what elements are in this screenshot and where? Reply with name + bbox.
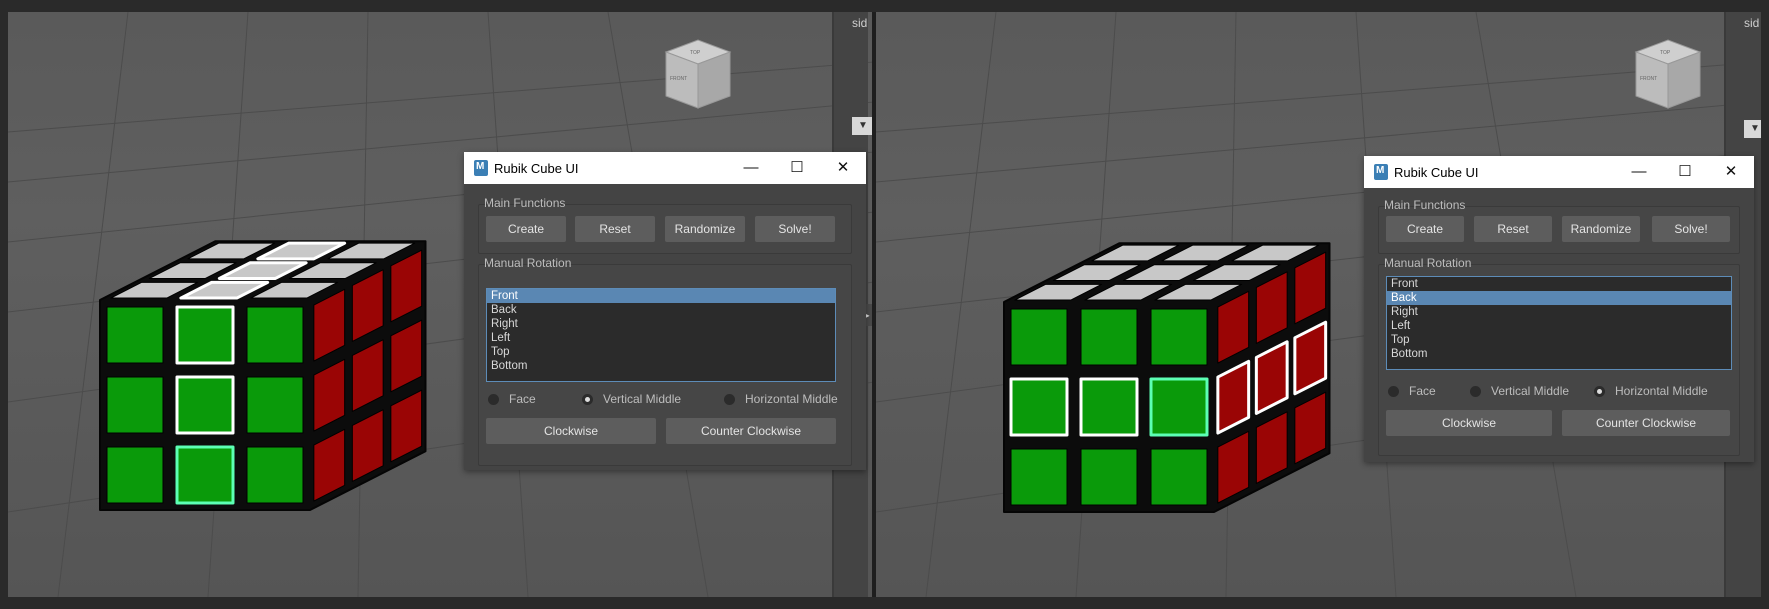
sticker-front <box>246 376 304 434</box>
sticker-front <box>175 445 235 505</box>
list-item-back[interactable]: Back <box>487 303 835 317</box>
side-panel-label: sid <box>852 16 868 30</box>
list-item-bottom[interactable]: Bottom <box>1387 347 1731 361</box>
radio-horizontal-middle-label: Horizontal Middle <box>1615 384 1708 398</box>
radio-dot[interactable] <box>1388 385 1399 397</box>
radio-horizontal-middle[interactable]: Horizontal Middle <box>1594 384 1708 398</box>
close-button[interactable]: ✕ <box>1708 156 1754 188</box>
radio-horizontal-middle[interactable]: Horizontal Middle <box>724 392 838 406</box>
sticker-front <box>106 446 164 504</box>
view-cube-front-label: FRONT <box>1640 76 1657 82</box>
radio-horizontal-middle-label: Horizontal Middle <box>745 392 838 406</box>
list-item-front[interactable]: Front <box>487 289 835 303</box>
solve-button[interactable]: Solve! <box>1652 216 1730 242</box>
sticker-front <box>1010 308 1068 366</box>
radio-vertical-middle-label: Vertical Middle <box>1491 384 1570 398</box>
sticker-front <box>1080 308 1138 366</box>
sticker-front <box>175 375 235 435</box>
list-item-top[interactable]: Top <box>1387 333 1731 347</box>
dropdown-arrow-icon[interactable]: ▼ <box>1744 120 1761 138</box>
list-item-top[interactable]: Top <box>487 345 835 359</box>
minimize-button[interactable]: — <box>728 152 774 184</box>
list-item-right[interactable]: Right <box>487 317 835 331</box>
view-cube-front-label: FRONT <box>670 76 687 82</box>
list-item-front[interactable]: Front <box>1387 277 1731 291</box>
clockwise-button[interactable]: Clockwise <box>486 418 656 444</box>
sticker-front <box>1080 448 1138 506</box>
dialog-titlebar[interactable]: Rubik Cube UI — ☐ ✕ <box>464 152 866 184</box>
main-functions-label: Main Functions <box>484 196 566 210</box>
dialog-titlebar[interactable]: Rubik Cube UI — ☐ ✕ <box>1364 156 1754 188</box>
sticker-front <box>1150 308 1208 366</box>
maya-app-icon <box>474 160 488 176</box>
maximize-button[interactable]: ☐ <box>774 152 820 184</box>
counter-clockwise-button[interactable]: Counter Clockwise <box>1562 410 1730 436</box>
sticker-front <box>1150 448 1208 506</box>
radio-face[interactable]: Face <box>1388 384 1436 398</box>
rubik-cube-dialog: Rubik Cube UI — ☐ ✕ Main Functions Creat… <box>464 152 866 470</box>
close-button[interactable]: ✕ <box>820 152 866 184</box>
create-button[interactable]: Create <box>1386 216 1464 242</box>
radio-vertical-middle[interactable]: Vertical Middle <box>1470 384 1569 398</box>
sticker-front <box>106 306 164 364</box>
view-cube[interactable]: TOP FRONT <box>1624 30 1704 115</box>
reset-button[interactable]: Reset <box>575 216 655 242</box>
face-listbox[interactable]: Front Back Right Left Top Bottom <box>486 288 836 382</box>
view-cube-top-label: TOP <box>1660 50 1671 56</box>
radio-face[interactable]: Face <box>488 392 536 406</box>
radio-dot[interactable] <box>724 393 735 405</box>
radio-vertical-middle-label: Vertical Middle <box>603 392 682 406</box>
radio-dot[interactable] <box>1470 385 1481 397</box>
radio-face-label: Face <box>509 392 536 406</box>
face-listbox[interactable]: Front Back Right Left Top Bottom <box>1386 276 1732 370</box>
radio-dot[interactable] <box>488 393 499 405</box>
minimize-button[interactable]: — <box>1616 156 1662 188</box>
sticker-front <box>246 306 304 364</box>
list-item-left[interactable]: Left <box>1387 319 1731 333</box>
dialog-title: Rubik Cube UI <box>494 160 579 176</box>
list-item-back[interactable]: Back <box>1387 291 1731 305</box>
side-panel-label: sid <box>1744 16 1760 30</box>
maya-app-icon <box>1374 164 1388 180</box>
sticker-front <box>1079 377 1139 437</box>
view-cube-top-label: TOP <box>690 50 701 56</box>
manual-rotation-label: Manual Rotation <box>1384 256 1472 270</box>
list-item-right[interactable]: Right <box>1387 305 1731 319</box>
maximize-button[interactable]: ☐ <box>1662 156 1708 188</box>
rubik-cube-dialog: Rubik Cube UI — ☐ ✕ Main Functions Creat… <box>1364 156 1754 462</box>
viewport-left[interactable]: TOP FRONT sid ▼ ▶ Rubik Cube UI — ☐ ✕ Ma… <box>8 12 874 597</box>
counter-clockwise-button[interactable]: Counter Clockwise <box>666 418 836 444</box>
randomize-button[interactable]: Randomize <box>665 216 745 242</box>
main-functions-label: Main Functions <box>1384 198 1466 212</box>
radio-dot-selected[interactable] <box>1594 385 1605 397</box>
radio-dot-selected[interactable] <box>582 393 593 405</box>
list-item-left[interactable]: Left <box>487 331 835 345</box>
radio-face-label: Face <box>1409 384 1436 398</box>
randomize-button[interactable]: Randomize <box>1562 216 1640 242</box>
view-cube[interactable]: TOP FRONT <box>654 30 734 115</box>
sticker-front <box>175 305 235 365</box>
radio-vertical-middle[interactable]: Vertical Middle <box>582 392 681 406</box>
create-button[interactable]: Create <box>486 216 566 242</box>
solve-button[interactable]: Solve! <box>755 216 835 242</box>
manual-rotation-label: Manual Rotation <box>484 256 572 270</box>
dropdown-arrow-icon[interactable]: ▼ <box>852 117 874 135</box>
dialog-title: Rubik Cube UI <box>1394 164 1479 180</box>
reset-button[interactable]: Reset <box>1474 216 1552 242</box>
sticker-front <box>1009 377 1069 437</box>
sticker-front <box>246 446 304 504</box>
list-item-bottom[interactable]: Bottom <box>487 359 835 373</box>
sticker-front <box>1010 448 1068 506</box>
clockwise-button[interactable]: Clockwise <box>1386 410 1552 436</box>
viewport-right[interactable]: TOP FRONT sid ▼ Rubik Cube UI — ☐ ✕ Main… <box>876 12 1761 597</box>
sticker-front <box>1149 377 1209 437</box>
sticker-front <box>106 376 164 434</box>
